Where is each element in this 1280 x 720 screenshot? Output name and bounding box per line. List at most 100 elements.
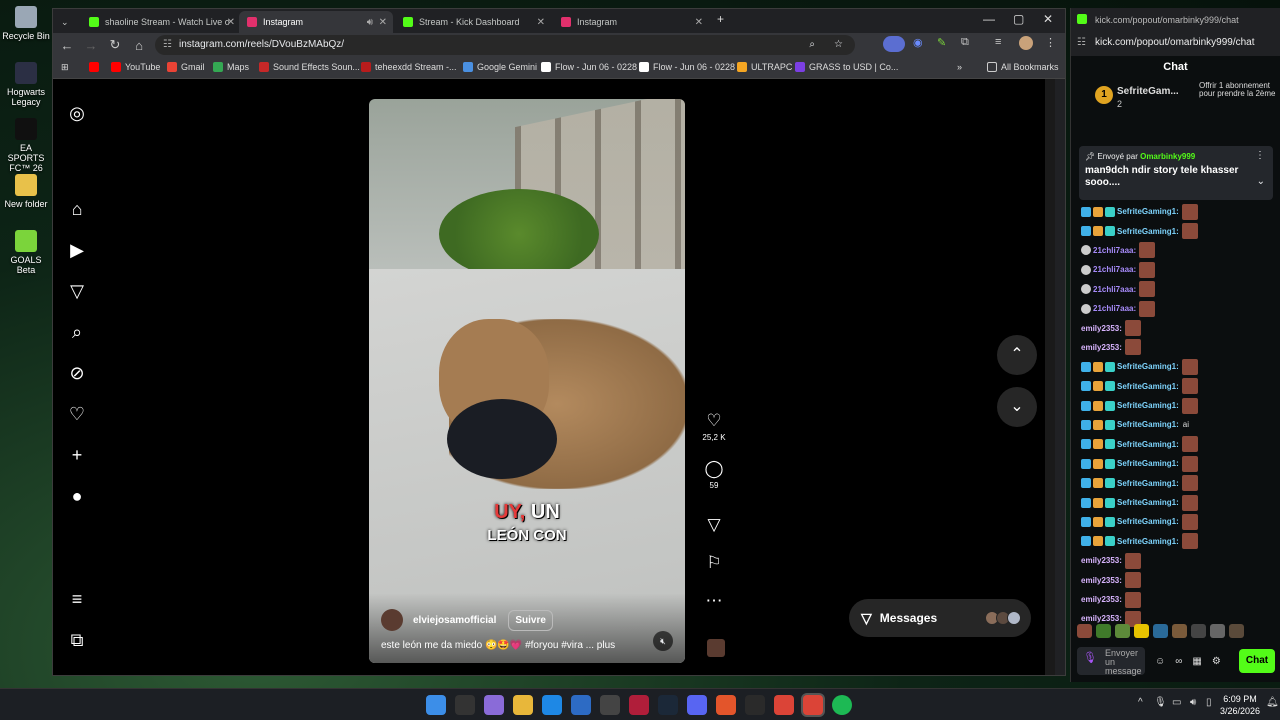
mute-icon[interactable]: 🔇︎ [653,631,673,651]
create-plus-icon[interactable]: + [63,445,91,466]
copilot-icon[interactable] [484,695,504,715]
emote-icon[interactable] [1191,624,1206,638]
steam-icon[interactable] [658,695,678,715]
site-info-icon[interactable]: ☷ [163,35,172,55]
menu-kebab-icon[interactable]: ⋮ [1045,36,1056,49]
store-icon[interactable] [571,695,591,715]
direct-icon[interactable]: ▽ [63,281,91,302]
bookmark-sound-effects[interactable]: Sound Effects Soun... [259,62,360,72]
gift-icon[interactable]: ▦ [1192,656,1201,667]
reels-icon[interactable]: ▶ [63,240,91,261]
chat-username[interactable]: SefriteGaming1: [1117,362,1179,371]
share-icon[interactable]: ▽ [699,515,729,535]
chat-username[interactable]: SefriteGaming1: [1117,401,1179,410]
address-bar[interactable]: ☷ instagram.com/reels/DVouBzMAbQz/ ⌕ ☆ [155,35,855,55]
profile-avatar[interactable] [1019,36,1033,50]
pen-app-icon[interactable] [455,695,475,715]
emote-icon[interactable] [1172,624,1187,638]
bookmark-grass[interactable]: GRASS to USD | Co... [795,62,898,72]
author-avatar[interactable] [381,609,403,631]
next-reel-button[interactable]: ⌄ [997,387,1037,427]
discord-extension-icon[interactable]: ◉ [913,36,923,49]
chat-username[interactable]: SefriteGaming1: [1117,207,1179,216]
file-explorer-icon[interactable] [513,695,533,715]
bookmark-youtube-a[interactable] [89,62,103,72]
chat-username[interactable]: emily2353: [1081,343,1122,352]
minimize-icon[interactable]: — [983,12,995,26]
chevron-down-icon[interactable]: ⌄ [1257,176,1265,187]
send-chat-button[interactable]: Chat [1239,649,1275,673]
bookmark-flow-2[interactable]: Flow - Jun 06 - 0228 [639,62,735,72]
windows-start-icon[interactable] [426,695,446,715]
comment-action[interactable]: ◯ 59 [699,459,729,490]
chat-username[interactable]: emily2353: [1081,576,1122,585]
comment-icon[interactable]: ◯ [699,459,729,479]
desktop-icon-ea-fc[interactable]: EA SPORTS FC™ 26 [2,118,50,173]
emote-icon[interactable] [1153,624,1168,638]
volume-icon[interactable]: 🔊︎ [1190,697,1196,708]
chat-username[interactable]: 21chli7aaa: [1093,304,1136,313]
game-launcher-icon[interactable] [716,695,736,715]
pinned-message[interactable]: 📌︎ Envoyé par Omarbinky999 man9dch ndir … [1079,146,1273,200]
chat-username[interactable]: SefriteGaming1: [1117,498,1179,507]
edge-icon[interactable] [542,695,562,715]
gift-offer-button[interactable]: Offrir 1 abonnement pour prendre la 2ème [1199,82,1277,98]
chat-username[interactable]: SefriteGaming1: [1117,382,1179,391]
game-app-icon[interactable] [600,695,620,715]
search-icon[interactable]: ⌕ [63,322,91,343]
emote-picker-icon[interactable]: ☺ [1155,656,1165,667]
chrome-icon[interactable] [774,695,794,715]
chat-username[interactable]: SefriteGaming1: [1117,227,1179,236]
audio-thumbnail[interactable] [707,639,725,657]
chat-username[interactable]: SefriteGaming1: [1117,517,1179,526]
bookmark-gmail[interactable]: Gmail [167,62,205,72]
notifications-heart-icon[interactable]: ♡ [63,404,91,425]
chat-username[interactable]: 21chli7aaa: [1093,265,1136,274]
reel-video[interactable]: UY, UN LEÓN CON elviejosamofficial Suivr… [369,99,685,663]
previous-reel-button[interactable]: ⌃ [997,335,1037,375]
system-clock[interactable]: 6:09 PM 3/26/2026 [1220,693,1260,717]
chat-message-input[interactable]: 🎙︎ Envoyer un message [1077,647,1145,676]
chat-username[interactable]: 21chli7aaa: [1093,246,1136,255]
bookmark-teheexdd[interactable]: teheexdd Stream -... [361,62,457,72]
chat-username[interactable]: SefriteGaming1: [1117,537,1179,546]
page-scrollbar[interactable] [1045,79,1055,675]
tray-overflow-icon[interactable]: ^ [1138,697,1143,708]
network-icon[interactable]: ▭ [1172,697,1181,708]
bookmarks-overflow-icon[interactable]: » [957,62,962,72]
chat-username[interactable]: SefriteGaming1: [1117,479,1179,488]
close-icon[interactable]: ✕ [695,17,703,28]
desktop-icon-new-folder[interactable]: New folder [2,174,50,209]
more-dots-icon[interactable]: ⋯ [699,591,729,611]
tab-instagram[interactable]: Instagram ✕ [553,11,709,33]
emote-icon[interactable] [1134,624,1149,638]
close-icon[interactable]: ✕ [537,17,545,28]
forward-icon[interactable]: → [79,38,103,53]
tab-search-button[interactable]: ⌄ [55,11,79,33]
microphone-icon[interactable]: 🎙︎ [1083,653,1097,664]
back-icon[interactable]: ← [55,38,79,53]
more-apps-icon[interactable]: ⧉ [63,630,91,651]
gifter-name[interactable]: SefriteGam... [1117,86,1179,97]
bookmark-flow-1[interactable]: Flow - Jun 06 - 0228 [541,62,637,72]
chat-username[interactable]: emily2353: [1081,595,1122,604]
all-bookmarks[interactable]: All Bookmarks [987,62,1059,72]
settings-gear-icon[interactable]: ⚙ [1212,656,1221,667]
save-action[interactable]: ⚐ [699,553,729,573]
emote-icon[interactable] [1115,624,1130,638]
notification-bell-icon[interactable]: 🔔︎ [1266,697,1279,708]
epic-games-icon[interactable] [745,695,765,715]
maximize-icon[interactable]: ▢ [1013,12,1024,26]
tab-kick-dashboard[interactable]: Stream - Kick Dashboard ✕ [395,11,551,33]
messages-button[interactable]: ▽ Messages [849,599,1031,637]
close-icon[interactable]: ✕ [379,17,387,28]
media-icon[interactable]: ≡ [995,36,1001,48]
chat-username[interactable]: SefriteGaming1: [1117,459,1179,468]
desktop-icon-hogwarts[interactable]: Hogwarts Legacy [2,62,50,107]
extension-icon[interactable] [883,36,905,52]
tab-instagram-active[interactable]: Instagram 🔊︎ ✕ [239,11,393,33]
hamburger-menu-icon[interactable]: ≡ [63,589,91,610]
home-icon[interactable]: ⌂ [63,199,91,220]
apps-grid-icon[interactable]: ⊞ [61,62,69,73]
desktop-icon-goals[interactable]: GOALS Beta [2,230,50,275]
